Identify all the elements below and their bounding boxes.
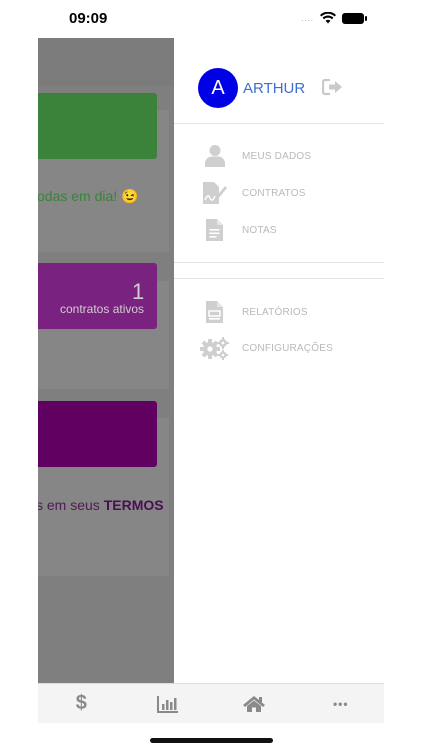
status-icons: .... (301, 12, 367, 24)
tab-more[interactable]: ••• (298, 684, 385, 723)
tab-home[interactable] (211, 684, 298, 723)
background-header (38, 38, 174, 86)
signal-icon: .... (301, 13, 314, 23)
wifi-icon (320, 12, 336, 24)
home-indicator[interactable] (150, 738, 273, 743)
report-icon (200, 299, 230, 325)
drawer-divider-2 (174, 262, 384, 263)
battery-icon (342, 12, 367, 24)
home-icon (243, 695, 266, 712)
user-icon (200, 143, 230, 169)
background-card-3-text-prefix: s em seus (38, 497, 104, 513)
tab-graficos[interactable] (125, 684, 212, 723)
menu-item-configuracoes[interactable]: CONFIGURAÇÕES (200, 335, 370, 361)
menu-label-notas: NOTAS (242, 224, 277, 236)
logout-icon[interactable] (322, 78, 344, 96)
side-drawer: A ARTHUR MEUS DADOS CONTRATOS NOTAS RELA… (174, 38, 384, 683)
menu-label-relatorios: RELATÓRIOS (242, 306, 308, 318)
document-icon (200, 217, 230, 243)
dollar-icon: $ (75, 692, 87, 714)
app-screen: 09:09 .... odas em dia! 😉 1 contratos at… (0, 0, 422, 750)
drawer-divider-3 (174, 278, 384, 279)
background-card-2-label: contratos ativos (60, 302, 145, 316)
status-time: 09:09 (69, 10, 108, 27)
menu-label-configuracoes: CONFIGURAÇÕES (242, 342, 333, 354)
menu-item-relatorios[interactable]: RELATÓRIOS (200, 299, 370, 325)
drawer-divider-1 (174, 123, 384, 124)
background-card-1-text: odas em dia! 😉 (38, 188, 139, 204)
avatar[interactable]: A (198, 68, 238, 108)
menu-label-meus-dados: MEUS DADOS (242, 150, 312, 162)
signature-icon (200, 180, 230, 206)
profile-header[interactable]: A ARTHUR (198, 68, 305, 108)
more-icon: ••• (332, 696, 349, 711)
background-app-overlay[interactable]: odas em dia! 😉 1 contratos ativos s em s… (38, 38, 174, 683)
background-card-3-text: s em seus TERMOS (38, 497, 164, 513)
tab-financeiro[interactable]: $ (38, 684, 125, 723)
gears-icon (200, 335, 230, 361)
menu-item-contratos[interactable]: CONTRATOS (200, 180, 370, 206)
menu-item-notas[interactable]: NOTAS (200, 217, 370, 243)
bar-chart-icon (156, 695, 178, 713)
bottom-tab-bar: $ ••• (38, 683, 384, 723)
user-name[interactable]: ARTHUR (243, 80, 305, 97)
background-card-3-text-bold: TERMOS (103, 497, 164, 513)
menu-item-meus-dados[interactable]: MEUS DADOS (200, 143, 370, 169)
background-card-3-strip (38, 401, 157, 467)
menu-label-contratos: CONTRATOS (242, 187, 306, 199)
background-card-1-strip (38, 93, 157, 159)
status-bar: 09:09 .... (0, 0, 422, 38)
